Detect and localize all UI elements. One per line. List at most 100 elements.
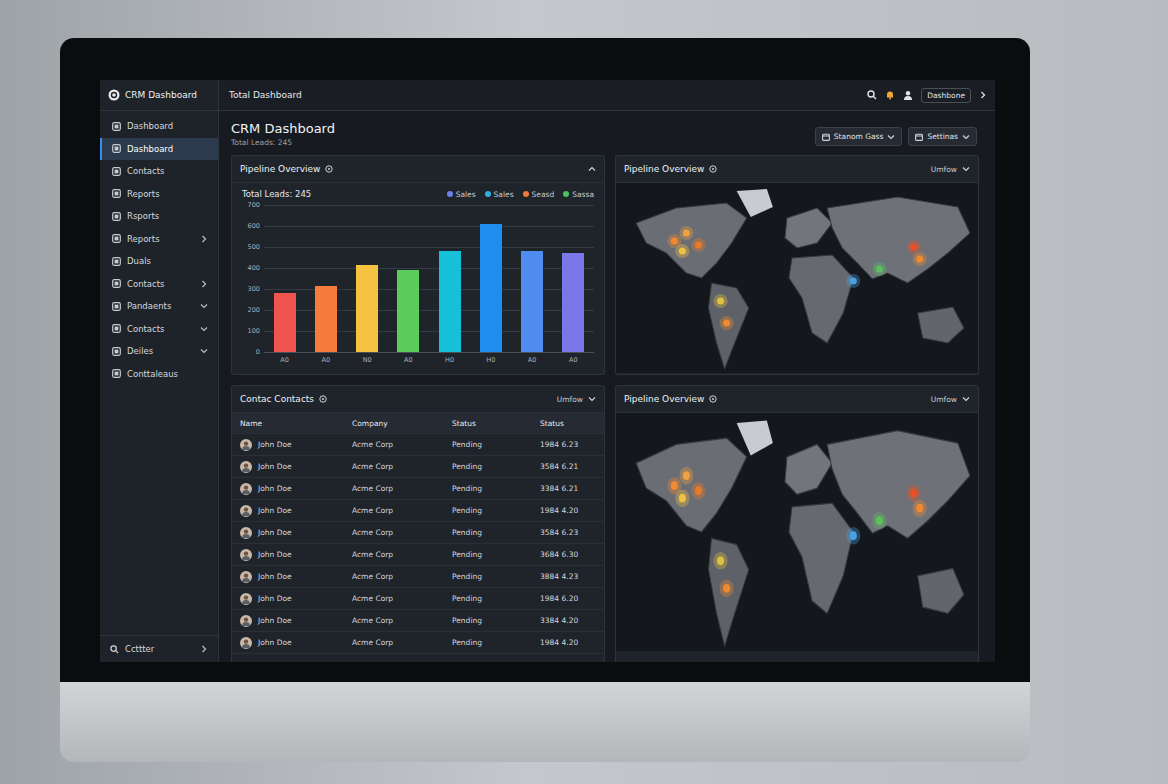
- name-cell: John Doe: [240, 615, 352, 627]
- sidebar-item-label: Dashboard: [127, 121, 208, 131]
- chevron-down-icon: [588, 395, 596, 403]
- search-icon: [110, 645, 119, 654]
- map-pin[interactable]: [679, 226, 693, 240]
- table-row[interactable]: John DoeAcme CorpPending1984 6.20: [232, 588, 604, 610]
- table-row[interactable]: John DoeAcme CorpPending3884 4.23: [232, 566, 604, 588]
- map-pin[interactable]: [720, 316, 734, 330]
- map-pin[interactable]: [872, 262, 886, 276]
- user-icon[interactable]: [903, 90, 913, 100]
- bar[interactable]: [480, 224, 502, 352]
- sidebar-item[interactable]: Contacts: [100, 273, 218, 296]
- name-cell: John Doe: [240, 461, 352, 473]
- y-tick: 500: [238, 244, 260, 251]
- sidebar-item-label: Dashboard: [127, 144, 208, 154]
- sidebar-item[interactable]: Reports: [100, 183, 218, 206]
- column-header[interactable]: Name: [240, 419, 352, 428]
- chart-legend: SalesSalesSeasdSassa: [447, 190, 594, 199]
- y-axis: 7006005004003002001000: [238, 202, 260, 356]
- chevron-up-icon[interactable]: [588, 165, 596, 173]
- monitor-chin: [60, 682, 1030, 762]
- company-cell: Acme Corp: [352, 638, 452, 647]
- table-row[interactable]: John DoeAcme CorpPending1984 4.20: [232, 500, 604, 522]
- menu-item-icon: [112, 279, 121, 288]
- map-pin[interactable]: [913, 499, 927, 517]
- name-cell: John Doe: [240, 505, 352, 517]
- table-row[interactable]: John DoeAcme CorpPending1984 4.20: [232, 632, 604, 654]
- bar[interactable]: [274, 293, 296, 352]
- logo[interactable]: CRM Dashboard: [100, 80, 218, 111]
- map-pin[interactable]: [691, 238, 705, 252]
- menu-item-icon: [112, 167, 121, 176]
- filter-dropdown[interactable]: Umfow: [557, 395, 583, 404]
- sidebar-footer[interactable]: Ccttter: [100, 635, 218, 662]
- header-buttons: Stanom Gass Settinas: [815, 127, 977, 146]
- bar[interactable]: [439, 251, 461, 352]
- table-row[interactable]: John DoeAcme CorpPending3684 6.30: [232, 544, 604, 566]
- map-pin[interactable]: [846, 274, 860, 288]
- sidebar-item[interactable]: Rsports: [100, 205, 218, 228]
- sidebar-footer-label: Ccttter: [125, 644, 194, 654]
- table-row[interactable]: John DoeAcme CorpPending3384 6.21: [232, 478, 604, 500]
- sidebar-item[interactable]: Duals: [100, 250, 218, 273]
- y-tick: 300: [238, 286, 260, 293]
- map-pin[interactable]: [675, 489, 689, 507]
- header-button[interactable]: Settinas: [908, 127, 977, 146]
- x-axis: A0A0N0A0H0H0A0A0: [264, 353, 594, 364]
- bell-icon[interactable]: [885, 90, 895, 100]
- bar[interactable]: [521, 251, 543, 352]
- map-pin[interactable]: [714, 552, 728, 570]
- chevron-down-icon: [200, 325, 208, 333]
- table-row[interactable]: John DoeAcme CorpPending3584 6.21: [232, 456, 604, 478]
- map-pin[interactable]: [846, 527, 860, 545]
- sidebar-item[interactable]: Deiles: [100, 340, 218, 363]
- bar-slot: [356, 205, 378, 352]
- sidebar-item-label: Duals: [127, 256, 208, 266]
- sidebar-item[interactable]: Reports: [100, 228, 218, 251]
- table-row[interactable]: John DoeAcme CorpPending3584 6.23: [232, 522, 604, 544]
- sidebar-item[interactable]: Contacts: [100, 160, 218, 183]
- plot-area: A0A0N0A0H0H0A0A0: [264, 205, 594, 364]
- status-cell: Pending: [452, 528, 540, 537]
- status-cell: Pending: [452, 440, 540, 449]
- table-row[interactable]: John DoeAcme CorpPending3384 4.20: [232, 610, 604, 632]
- menu-item-icon: [112, 189, 121, 198]
- map-pin[interactable]: [720, 580, 734, 598]
- map-pin[interactable]: [691, 482, 705, 500]
- sidebar-item[interactable]: Dashboard: [100, 115, 218, 138]
- header-button-label: Settinas: [927, 132, 958, 141]
- search-icon[interactable]: [867, 90, 877, 100]
- user-menu[interactable]: Dashbone: [921, 88, 971, 103]
- map-pin[interactable]: [675, 244, 689, 258]
- map-pin[interactable]: [679, 467, 693, 485]
- column-header[interactable]: Company: [352, 419, 452, 428]
- sidebar-item-label: Contacts: [127, 166, 208, 176]
- sidebar-item[interactable]: Dashboard: [100, 138, 218, 161]
- menu-item-icon: [112, 234, 121, 243]
- bar[interactable]: [562, 253, 584, 352]
- column-header[interactable]: Status: [452, 419, 540, 428]
- map-pin[interactable]: [872, 512, 886, 530]
- bar[interactable]: [315, 286, 337, 352]
- column-header[interactable]: Status: [540, 419, 596, 428]
- sidebar-item[interactable]: Contacts: [100, 318, 218, 341]
- header-button[interactable]: Stanom Gass: [815, 127, 903, 146]
- legend-dot: [485, 191, 491, 197]
- avatar-icon: [240, 549, 252, 561]
- sidebar-item[interactable]: Conttaleaus: [100, 363, 218, 386]
- chevron-down-icon: [962, 395, 970, 403]
- sidebar-item[interactable]: Pandaents: [100, 295, 218, 318]
- world-map[interactable]: [616, 183, 978, 373]
- world-map[interactable]: [616, 413, 978, 651]
- filter-dropdown[interactable]: Umfow: [931, 165, 957, 174]
- chevron-down-icon: [200, 347, 208, 355]
- map-pin[interactable]: [714, 294, 728, 308]
- table-row[interactable]: John DoeAcme CorpPending1984 6.23: [232, 434, 604, 456]
- bar[interactable]: [356, 265, 378, 352]
- bar[interactable]: [397, 270, 419, 352]
- filter-dropdown[interactable]: Umfow: [931, 395, 957, 404]
- date-cell: 1984 6.23: [540, 440, 596, 449]
- map-pin[interactable]: [907, 240, 921, 254]
- x-label: N0: [356, 356, 378, 364]
- map-pin[interactable]: [907, 484, 921, 502]
- map-pin[interactable]: [913, 252, 927, 266]
